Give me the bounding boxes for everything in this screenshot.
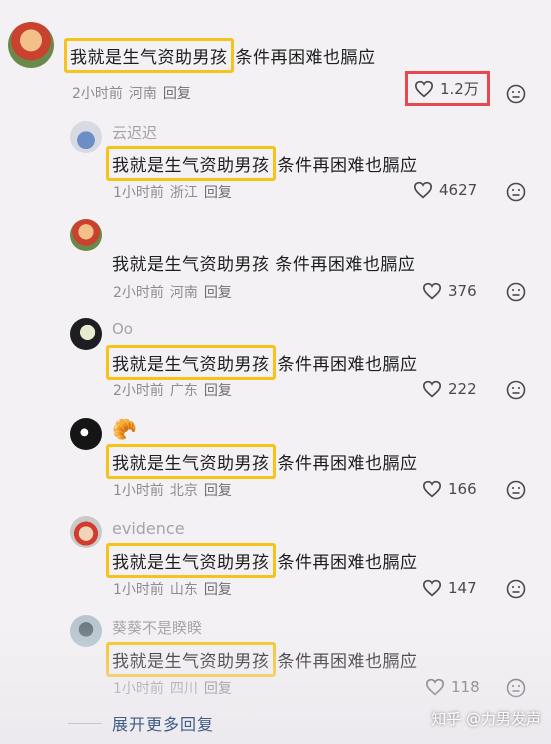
comment-location: 山东 — [169, 582, 198, 598]
comment-meta: 1小时前 四川 回复 — [113, 678, 238, 698]
comment-text: 我就是生气资助男孩 条件再困难也膈应 — [106, 345, 418, 380]
highlighted-text: 我就是生气资助男孩 — [106, 345, 276, 380]
highlighted-text: 我就是生气资助男孩 — [106, 444, 276, 479]
expand-more-replies[interactable]: 展开更多回复 — [68, 711, 214, 735]
comment-time: 2小时前 — [72, 86, 123, 102]
reply-button[interactable]: 回复 — [204, 681, 232, 697]
username[interactable]: evidence — [112, 519, 185, 538]
reply-button[interactable]: 回复 — [163, 86, 191, 102]
dislike-icon[interactable] — [506, 380, 526, 400]
comment-text: 我就是生气资助男孩 条件再困难也膈应 — [106, 444, 418, 479]
comment-location: 河南 — [128, 86, 157, 102]
highlighted-text: 我就是生气资助男孩 — [106, 146, 276, 181]
like-button[interactable]: 222 — [422, 380, 477, 398]
heart-icon — [425, 678, 445, 696]
reply-button[interactable]: 回复 — [204, 185, 232, 201]
comment-text-rest: 条件再困难也膈应 — [275, 255, 416, 275]
dislike-icon[interactable] — [506, 282, 526, 302]
comment-text-rest: 条件再困难也膈应 — [277, 652, 418, 672]
heart-icon — [422, 579, 442, 597]
username[interactable]: 云迟迟 — [112, 122, 157, 143]
comment-time: 1小时前 — [113, 185, 164, 201]
comment-location: 北京 — [169, 483, 198, 499]
like-count: 4627 — [439, 181, 478, 199]
heart-icon — [422, 282, 442, 300]
dislike-icon[interactable] — [506, 182, 526, 202]
like-count: 147 — [448, 579, 477, 597]
comment-meta: 2小时前 河南 回复 — [72, 83, 197, 103]
comment-text: 我就是生气资助男孩 条件再困难也膈应 — [112, 250, 415, 275]
comment-text: 我就是生气资助男孩 条件再困难也膈应 — [106, 543, 418, 578]
avatar[interactable] — [70, 121, 102, 153]
username[interactable]: 🥐 — [112, 417, 137, 441]
comment-text-rest: 条件再困难也膈应 — [235, 48, 376, 68]
divider — [68, 722, 102, 724]
like-button[interactable]: 166 — [422, 480, 477, 498]
comment-text-rest: 条件再困难也膈应 — [277, 454, 418, 474]
like-count: 118 — [451, 678, 480, 696]
avatar[interactable] — [8, 22, 54, 68]
like-count: 222 — [448, 380, 477, 398]
reply-button[interactable]: 回复 — [204, 285, 232, 301]
highlighted-text: 我就是生气资助男孩 — [106, 543, 276, 578]
reply-button[interactable]: 回复 — [204, 582, 232, 598]
highlighted-text: 我就是生气资助男孩 — [64, 38, 234, 73]
heart-icon — [413, 181, 433, 199]
comment-text-rest: 条件再困难也膈应 — [277, 156, 418, 176]
reply-button[interactable]: 回复 — [204, 383, 232, 399]
comment-meta: 2小时前 广东 回复 — [113, 380, 238, 400]
comment-text-prefix: 我就是生气资助男孩 — [112, 255, 270, 275]
comment-text-rest: 条件再困难也膈应 — [277, 355, 418, 375]
like-count: 376 — [448, 282, 477, 300]
dislike-icon[interactable] — [506, 84, 526, 104]
dislike-icon[interactable] — [506, 678, 526, 698]
comment-text: 我就是生气资助男孩 条件再困难也膈应 — [64, 38, 376, 73]
dislike-icon[interactable] — [506, 579, 526, 599]
watermark: 知乎 @力男发声 — [431, 710, 541, 728]
heart-icon — [422, 480, 442, 498]
like-button[interactable]: 4627 — [413, 181, 477, 199]
comment-time: 2小时前 — [113, 383, 164, 399]
comment-text-rest: 条件再困难也膈应 — [277, 553, 418, 573]
comment-location: 浙江 — [169, 185, 198, 201]
comment-location: 广东 — [169, 383, 198, 399]
comment-time: 1小时前 — [113, 483, 164, 499]
highlighted-text: 我就是生气资助男孩 — [106, 642, 276, 677]
comment-text: 我就是生气资助男孩 条件再困难也膈应 — [106, 642, 418, 677]
comment-time: 1小时前 — [113, 582, 164, 598]
username[interactable]: Oo — [112, 320, 133, 338]
username[interactable]: 葵葵不是睽睽 — [112, 617, 202, 638]
like-button[interactable]: 147 — [422, 579, 477, 597]
avatar[interactable] — [70, 318, 102, 350]
like-button[interactable]: 376 — [422, 282, 477, 300]
heart-icon — [422, 380, 442, 398]
comment-meta: 1小时前 北京 回复 — [113, 480, 238, 500]
heart-icon — [414, 80, 434, 97]
avatar[interactable] — [70, 418, 102, 450]
avatar[interactable] — [70, 615, 102, 647]
comment-time: 1小时前 — [113, 681, 164, 697]
comment-location: 四川 — [169, 681, 198, 697]
like-count: 166 — [448, 480, 477, 498]
like-button[interactable]: 1.2万 — [405, 71, 490, 106]
expand-more-label: 展开更多回复 — [112, 715, 215, 734]
dislike-icon[interactable] — [506, 480, 526, 500]
comment-meta: 1小时前 山东 回复 — [113, 579, 238, 599]
comment-time: 2小时前 — [113, 285, 164, 301]
comment-meta: 2小时前 河南 回复 — [113, 282, 238, 302]
comment-meta: 1小时前 浙江 回复 — [113, 182, 238, 202]
reply-button[interactable]: 回复 — [204, 483, 232, 499]
comment-text: 我就是生气资助男孩 条件再困难也膈应 — [106, 146, 418, 181]
like-count: 1.2万 — [440, 80, 479, 98]
comment-location: 河南 — [169, 285, 198, 301]
avatar[interactable] — [70, 219, 102, 251]
avatar[interactable] — [70, 516, 102, 548]
like-button[interactable]: 118 — [425, 678, 480, 696]
